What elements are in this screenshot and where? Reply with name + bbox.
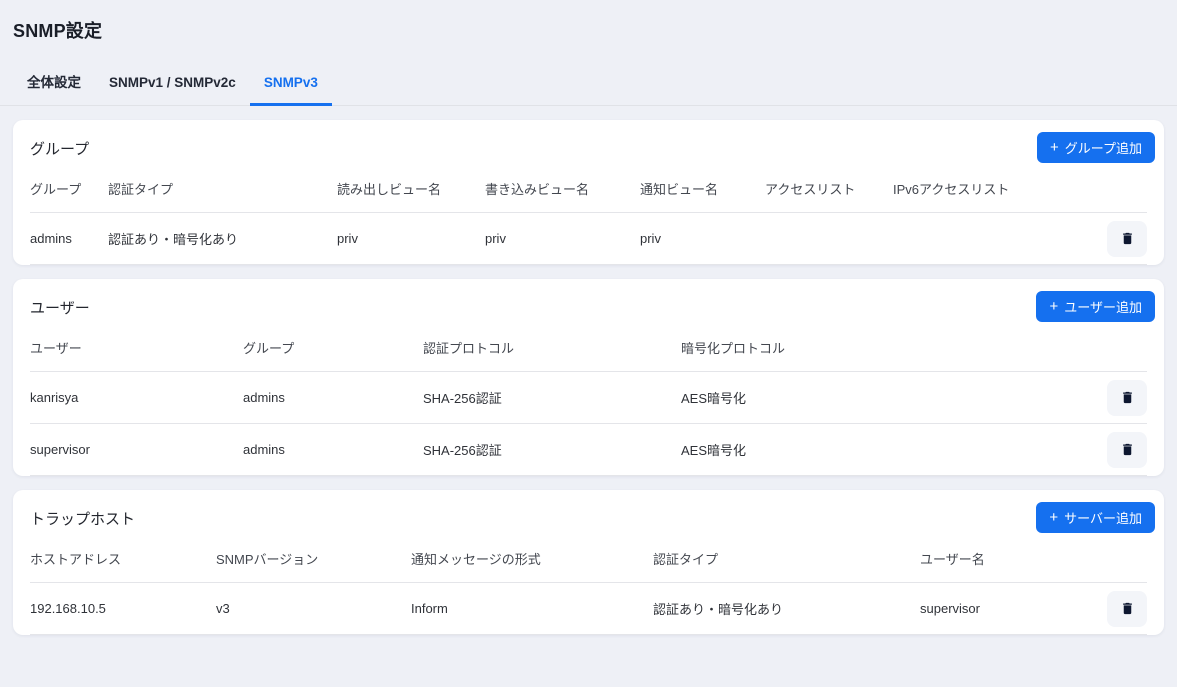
add-user-button-label: ユーザー追加: [1064, 297, 1142, 316]
trap-hosts-card: トラップホスト + サーバー追加 ホストアドレス SNMPバージョン 通知メッセ…: [13, 490, 1164, 635]
ipv6-access-list-cell: [893, 213, 1097, 265]
column-header: 認証タイプ: [108, 163, 337, 213]
notify-view-cell: priv: [640, 213, 765, 265]
add-group-button[interactable]: + グループ追加: [1037, 132, 1155, 163]
add-server-button[interactable]: + サーバー追加: [1036, 502, 1155, 533]
access-list-cell: [765, 213, 893, 265]
column-header: 認証プロトコル: [423, 322, 681, 372]
auth-protocol-cell: SHA-256認証: [423, 372, 681, 424]
users-card-title: ユーザー: [30, 295, 1147, 318]
snmp-version-cell: v3: [216, 583, 411, 635]
plus-icon: +: [1050, 140, 1059, 155]
column-header: ユーザー名: [920, 533, 1097, 583]
trash-icon: [1120, 231, 1135, 246]
user-name-cell: kanrisya: [30, 372, 243, 424]
column-header: グループ: [243, 322, 423, 372]
delete-user-button[interactable]: [1107, 432, 1147, 468]
plus-icon: +: [1049, 510, 1058, 525]
add-group-button-label: グループ追加: [1065, 138, 1142, 157]
auth-type-cell: 認証あり・暗号化あり: [108, 213, 337, 265]
column-header: 通知ビュー名: [640, 163, 765, 213]
host-address-cell: 192.168.10.5: [30, 583, 216, 635]
plus-icon: +: [1049, 299, 1058, 314]
groups-header-row: グループ 認証タイプ 読み出しビュー名 書き込みビュー名 通知ビュー名 アクセス…: [30, 163, 1147, 213]
privacy-protocol-cell: AES暗号化: [681, 372, 1097, 424]
users-table: ユーザー グループ 認証プロトコル 暗号化プロトコル kanrisya admi…: [30, 322, 1147, 476]
notify-message-format-cell: Inform: [411, 583, 653, 635]
delete-server-button[interactable]: [1107, 591, 1147, 627]
tab-overall-settings[interactable]: 全体設定: [13, 64, 95, 105]
column-header: IPv6アクセスリスト: [893, 163, 1097, 213]
column-header: ホストアドレス: [30, 533, 216, 583]
column-header: 認証タイプ: [653, 533, 920, 583]
column-header: 書き込みビュー名: [485, 163, 640, 213]
column-header: 通知メッセージの形式: [411, 533, 653, 583]
privacy-protocol-cell: AES暗号化: [681, 424, 1097, 476]
groups-table: グループ 認証タイプ 読み出しビュー名 書き込みビュー名 通知ビュー名 アクセス…: [30, 163, 1147, 265]
group-row: admins 認証あり・暗号化あり priv priv priv: [30, 213, 1147, 265]
groups-card-title: グループ: [30, 136, 1147, 159]
groups-card: グループ + グループ追加 グループ 認証タイプ 読み出しビュー名 書き込みビュ…: [13, 120, 1164, 265]
column-header: アクセスリスト: [765, 163, 893, 213]
tab-snmpv1-v2c[interactable]: SNMPv1 / SNMPv2c: [95, 64, 250, 105]
tab-snmpv3[interactable]: SNMPv3: [250, 64, 332, 105]
trap-hosts-table: ホストアドレス SNMPバージョン 通知メッセージの形式 認証タイプ ユーザー名…: [30, 533, 1147, 635]
trap-hosts-header-row: ホストアドレス SNMPバージョン 通知メッセージの形式 認証タイプ ユーザー名: [30, 533, 1147, 583]
write-view-cell: priv: [485, 213, 640, 265]
add-user-button[interactable]: + ユーザー追加: [1036, 291, 1155, 322]
delete-user-button[interactable]: [1107, 380, 1147, 416]
tabbar: 全体設定 SNMPv1 / SNMPv2c SNMPv3: [0, 64, 1177, 106]
page-title: SNMP設定: [0, 0, 1177, 43]
group-name-cell: admins: [30, 213, 108, 265]
column-header: 読み出しビュー名: [337, 163, 485, 213]
read-view-cell: priv: [337, 213, 485, 265]
user-name-cell: supervisor: [920, 583, 1097, 635]
column-header: 暗号化プロトコル: [681, 322, 1097, 372]
trap-host-row: 192.168.10.5 v3 Inform 認証あり・暗号化あり superv…: [30, 583, 1147, 635]
user-row: supervisor admins SHA-256認証 AES暗号化: [30, 424, 1147, 476]
column-header: ユーザー: [30, 322, 243, 372]
trash-icon: [1120, 390, 1135, 405]
users-header-row: ユーザー グループ 認証プロトコル 暗号化プロトコル: [30, 322, 1147, 372]
trash-icon: [1120, 601, 1135, 616]
auth-protocol-cell: SHA-256認証: [423, 424, 681, 476]
trap-hosts-card-title: トラップホスト: [30, 506, 1147, 529]
users-card: ユーザー + ユーザー追加 ユーザー グループ 認証プロトコル 暗号化プロトコル: [13, 279, 1164, 476]
trash-icon: [1120, 442, 1135, 457]
column-header: グループ: [30, 163, 108, 213]
auth-type-cell: 認証あり・暗号化あり: [653, 583, 920, 635]
add-server-button-label: サーバー追加: [1064, 508, 1142, 527]
user-group-cell: admins: [243, 372, 423, 424]
content-area: グループ + グループ追加 グループ 認証タイプ 読み出しビュー名 書き込みビュ…: [0, 106, 1177, 635]
user-row: kanrisya admins SHA-256認証 AES暗号化: [30, 372, 1147, 424]
user-group-cell: admins: [243, 424, 423, 476]
delete-group-button[interactable]: [1107, 221, 1147, 257]
user-name-cell: supervisor: [30, 424, 243, 476]
column-header: SNMPバージョン: [216, 533, 411, 583]
